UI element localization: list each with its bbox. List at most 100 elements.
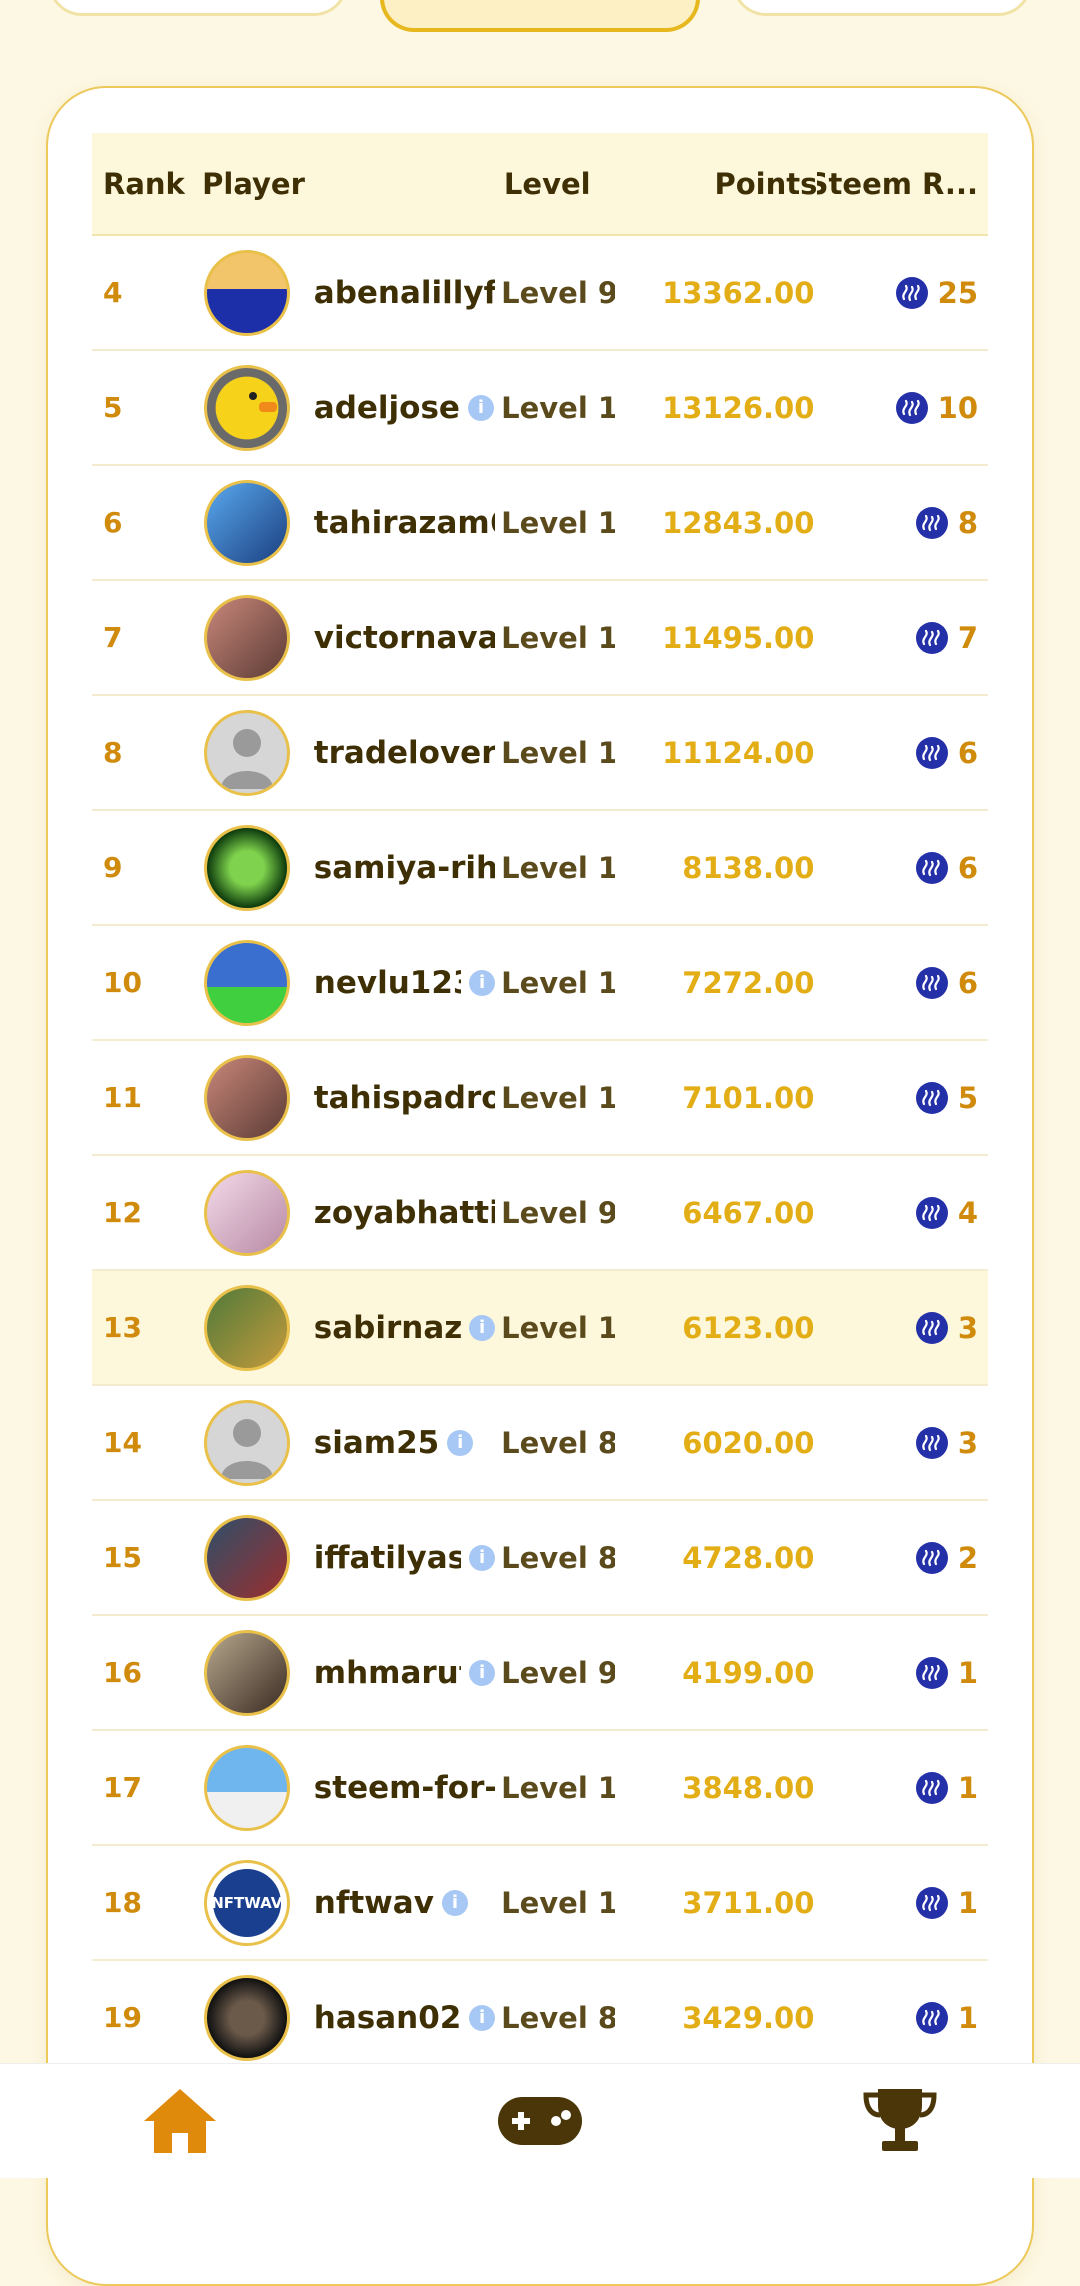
- points-value: 8138.00: [682, 850, 815, 885]
- table-row[interactable]: 19 hasan02 i Level 8 3429.00 1: [92, 1961, 988, 2076]
- player-name[interactable]: samiya-rih: [314, 850, 495, 886]
- avatar[interactable]: [203, 709, 290, 796]
- avatar[interactable]: [203, 1629, 290, 1716]
- player-cell[interactable]: tahispadro: [194, 1054, 495, 1141]
- points-value: 7101.00: [682, 1080, 815, 1115]
- level-cell: Level 12: [495, 391, 615, 425]
- avatar[interactable]: [203, 1744, 290, 1831]
- player-name[interactable]: nftwav: [314, 1885, 434, 1921]
- level-label: Level 12: [501, 965, 615, 1000]
- player-cell[interactable]: abenalillyf: [194, 249, 495, 336]
- level-cell: Level 8: [495, 2001, 615, 2035]
- player-name[interactable]: victornava: [314, 620, 495, 656]
- player-cell[interactable]: mhmaruf i: [194, 1629, 496, 1716]
- level-label: Level 8: [501, 1540, 615, 1575]
- player-name[interactable]: tahispadro: [314, 1080, 495, 1116]
- player-cell[interactable]: NFTWAV nftwav i: [194, 1859, 495, 1946]
- steem-value: 6: [957, 850, 978, 885]
- avatar[interactable]: [203, 1514, 290, 1601]
- info-icon[interactable]: i: [469, 1659, 496, 1686]
- player-name[interactable]: abenalillyf: [314, 275, 495, 311]
- rank-number: 6: [103, 506, 123, 539]
- points-cell: 3848.00: [615, 1771, 814, 1805]
- player-name[interactable]: nevlu123: [314, 965, 461, 1001]
- table-row[interactable]: 12 zoyabhatti Level 9 6467.00 4: [92, 1156, 988, 1271]
- table-row[interactable]: 5 adeljose i Level 12 13126.00 10: [92, 351, 988, 466]
- nav-home[interactable]: [120, 2076, 240, 2166]
- table-row[interactable]: 14 siam25 i Level 8 6020.00 3: [92, 1386, 988, 1501]
- table-row[interactable]: 9 samiya-rih Level 12 8138.00 6: [92, 811, 988, 926]
- player-cell[interactable]: hasan02 i: [194, 1974, 496, 2061]
- header-steem[interactable]: Steem R...: [817, 167, 988, 201]
- player-cell[interactable]: samiya-rih: [194, 824, 495, 911]
- avatar[interactable]: [203, 1974, 290, 2061]
- player-cell[interactable]: siam25 i: [194, 1399, 495, 1486]
- table-row[interactable]: 18 NFTWAV nftwav i Level 12 3711.00 1: [92, 1846, 988, 1961]
- table-row[interactable]: 6 tahirazam6 Level 11 12843.00 8: [92, 466, 988, 581]
- avatar[interactable]: [203, 1169, 290, 1256]
- table-row[interactable]: 10 nevlu123 i Level 12 7272.00 6: [92, 926, 988, 1041]
- avatar[interactable]: [203, 1054, 290, 1141]
- player-cell[interactable]: sabirnaz i: [194, 1284, 496, 1371]
- info-icon[interactable]: i: [469, 969, 496, 996]
- level-label: Level 9: [501, 1195, 615, 1230]
- player-cell[interactable]: zoyabhatti: [194, 1169, 495, 1256]
- avatar[interactable]: NFTWAV: [203, 1859, 290, 1946]
- points-cell: 3711.00: [615, 1886, 814, 1920]
- player-name[interactable]: mhmaruf: [314, 1655, 461, 1691]
- avatar[interactable]: [203, 594, 290, 681]
- top-tab-active[interactable]: [380, 0, 700, 32]
- table-row[interactable]: 4 abenalillyf Level 9 13362.00 25: [92, 236, 988, 351]
- player-name[interactable]: zoyabhatti: [314, 1195, 495, 1231]
- avatar[interactable]: [203, 824, 290, 911]
- player-cell[interactable]: iffatilyas i: [194, 1514, 496, 1601]
- top-tab-right[interactable]: [732, 0, 1032, 16]
- player-name[interactable]: iffatilyas: [314, 1540, 461, 1576]
- avatar[interactable]: [203, 479, 290, 566]
- header-player[interactable]: Player: [192, 167, 498, 201]
- steem-icon: [895, 391, 928, 424]
- table-row[interactable]: 17 steem-for- Level 11 3848.00 1: [92, 1731, 988, 1846]
- info-icon[interactable]: i: [441, 1889, 468, 1916]
- header-rank[interactable]: Rank: [92, 167, 192, 201]
- avatar[interactable]: [203, 1284, 290, 1371]
- avatar[interactable]: [203, 939, 290, 1026]
- player-name[interactable]: adeljose: [314, 390, 460, 426]
- table-row[interactable]: 13 sabirnaz i Level 11 6123.00 3: [92, 1271, 988, 1386]
- table-row[interactable]: 15 iffatilyas i Level 8 4728.00 2: [92, 1501, 988, 1616]
- avatar[interactable]: [203, 249, 290, 336]
- player-cell[interactable]: victornava: [194, 594, 495, 681]
- player-name[interactable]: steem-for-: [314, 1770, 495, 1806]
- info-icon[interactable]: i: [469, 1314, 496, 1341]
- player-cell[interactable]: nevlu123 i: [194, 939, 496, 1026]
- header-level[interactable]: Level: [498, 167, 622, 201]
- player-name[interactable]: sabirnaz: [314, 1310, 461, 1346]
- table-row[interactable]: 7 victornava Level 13 11495.00 7: [92, 581, 988, 696]
- header-points[interactable]: Points: [621, 167, 817, 201]
- info-icon[interactable]: i: [447, 1429, 474, 1456]
- player-name[interactable]: tradelover: [314, 735, 495, 771]
- top-tab-left[interactable]: [48, 0, 348, 16]
- nav-games[interactable]: [480, 2076, 600, 2166]
- table-row[interactable]: 8 tradelover Level 11 11124.00 6: [92, 696, 988, 811]
- info-icon[interactable]: i: [469, 1544, 496, 1571]
- avatar[interactable]: [203, 364, 290, 451]
- level-label: Level 12: [501, 1885, 615, 1920]
- info-icon[interactable]: i: [467, 394, 494, 421]
- nav-leaderboard[interactable]: [840, 2076, 960, 2166]
- player-name[interactable]: hasan02: [314, 2000, 461, 2036]
- rank-number: 7: [103, 621, 123, 654]
- player-name[interactable]: siam25: [314, 1425, 439, 1461]
- player-cell[interactable]: adeljose i: [194, 364, 495, 451]
- player-cell[interactable]: tradelover: [194, 709, 495, 796]
- level-label: Level 9: [501, 275, 615, 310]
- rank-cell: 14: [92, 1426, 194, 1459]
- table-row[interactable]: 16 mhmaruf i Level 9 4199.00 1: [92, 1616, 988, 1731]
- info-icon[interactable]: i: [469, 2004, 496, 2031]
- table-row[interactable]: 11 tahispadro Level 11 7101.00 5: [92, 1041, 988, 1156]
- points-cell: 4199.00: [615, 1656, 814, 1690]
- player-cell[interactable]: steem-for-: [194, 1744, 495, 1831]
- player-name[interactable]: tahirazam6: [314, 505, 495, 541]
- avatar[interactable]: [203, 1399, 290, 1486]
- player-cell[interactable]: tahirazam6: [194, 479, 495, 566]
